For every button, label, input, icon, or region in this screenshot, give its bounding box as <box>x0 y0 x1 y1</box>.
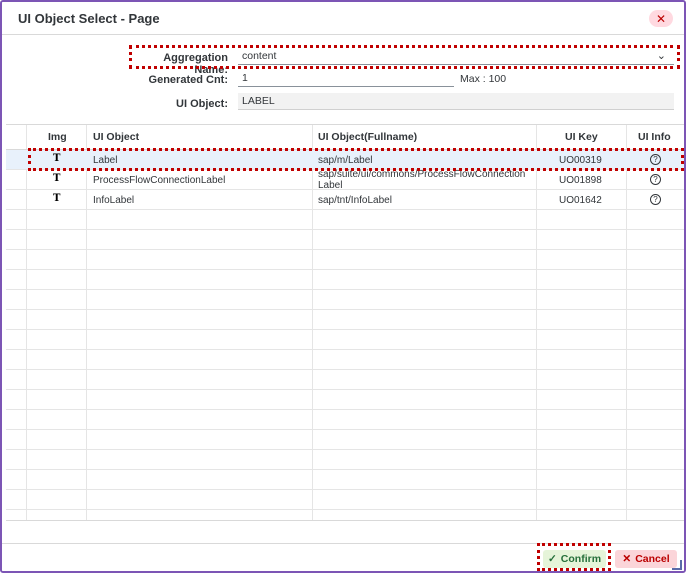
empty-row <box>6 430 684 450</box>
column-header-ui-info[interactable]: UI Info <box>638 125 671 149</box>
check-icon: ✓ <box>547 553 557 565</box>
empty-row <box>6 490 684 510</box>
empty-row <box>6 230 684 250</box>
empty-row <box>6 450 684 470</box>
row-ui-key: UO00319 <box>559 155 602 166</box>
row-ui-key: UO01898 <box>559 175 602 186</box>
ui-object-label: UI Object: <box>176 98 228 110</box>
text-type-icon: T <box>53 173 61 184</box>
table-header-row: Img UI Object UI Object(Fullname) UI Key… <box>6 125 684 150</box>
close-icon: ✕ <box>622 553 632 565</box>
aggregation-name-value: content <box>242 50 277 62</box>
empty-row <box>6 350 684 370</box>
info-icon[interactable]: ? <box>650 154 661 165</box>
empty-row <box>6 370 684 390</box>
empty-row <box>6 330 684 350</box>
empty-row <box>6 210 684 230</box>
row-ui-object: InfoLabel <box>93 195 135 206</box>
row-fullname: sap/tnt/InfoLabel <box>318 195 392 206</box>
empty-row <box>6 410 684 430</box>
generated-cnt-label: Generated Cnt: <box>148 74 228 86</box>
row-fullname: sap/m/Label <box>318 155 373 166</box>
cancel-label: Cancel <box>635 553 670 565</box>
empty-row <box>6 250 684 270</box>
empty-row <box>6 290 684 310</box>
generated-cnt-input[interactable]: 1 <box>238 70 454 87</box>
empty-row <box>6 270 684 290</box>
ui-object-select-dialog: UI Object Select - Page ✕ Aggregation Na… <box>0 0 686 573</box>
row-ui-object: ProcessFlowConnectionLabel <box>93 175 226 186</box>
cancel-button[interactable]: ✕ Cancel <box>615 550 677 568</box>
text-type-icon: T <box>53 193 61 204</box>
close-button[interactable]: ✕ <box>649 10 673 27</box>
column-header-ui-key[interactable]: UI Key <box>565 125 598 149</box>
close-icon: ✕ <box>655 11 667 26</box>
info-icon[interactable]: ? <box>650 174 661 185</box>
dialog-footer: ✓ Confirm ✕ Cancel <box>2 543 684 571</box>
table-row[interactable]: T InfoLabel sap/tnt/InfoLabel UO01642 ? <box>6 190 684 210</box>
empty-row <box>6 390 684 410</box>
table-row[interactable]: T ProcessFlowConnectionLabel sap/suite/u… <box>6 169 684 191</box>
text-type-icon: T <box>53 153 61 164</box>
aggregation-name-label: Aggregation Name: <box>163 52 228 76</box>
row-ui-key: UO01642 <box>559 195 602 206</box>
dialog-header: UI Object Select - Page ✕ <box>2 2 684 35</box>
column-header-ui-object[interactable]: UI Object <box>93 125 139 149</box>
chevron-down-icon[interactable]: ⌄ <box>657 48 666 65</box>
row-fullname: sap/suite/ui/commons/ProcessFlowConnecti… <box>318 169 526 191</box>
table-row[interactable]: T Label sap/m/Label UO00319 ? <box>6 150 684 170</box>
column-header-img[interactable]: Img <box>48 125 67 149</box>
confirm-button[interactable]: ✓ Confirm <box>543 550 606 568</box>
max-count-label: Max : 100 <box>460 73 507 85</box>
row-ui-object: Label <box>93 155 118 166</box>
resize-handle-icon[interactable] <box>672 560 682 570</box>
aggregation-name-select[interactable]: content ⌄ <box>238 48 674 65</box>
info-icon[interactable]: ? <box>650 194 661 205</box>
empty-row <box>6 310 684 330</box>
dialog-title: UI Object Select - Page <box>18 11 160 26</box>
ui-object-field: LABEL <box>238 93 674 110</box>
column-header-fullname[interactable]: UI Object(Fullname) <box>318 125 417 149</box>
empty-row <box>6 470 684 490</box>
ui-object-table: Img UI Object UI Object(Fullname) UI Key… <box>6 124 684 521</box>
confirm-label: Confirm <box>560 553 602 565</box>
